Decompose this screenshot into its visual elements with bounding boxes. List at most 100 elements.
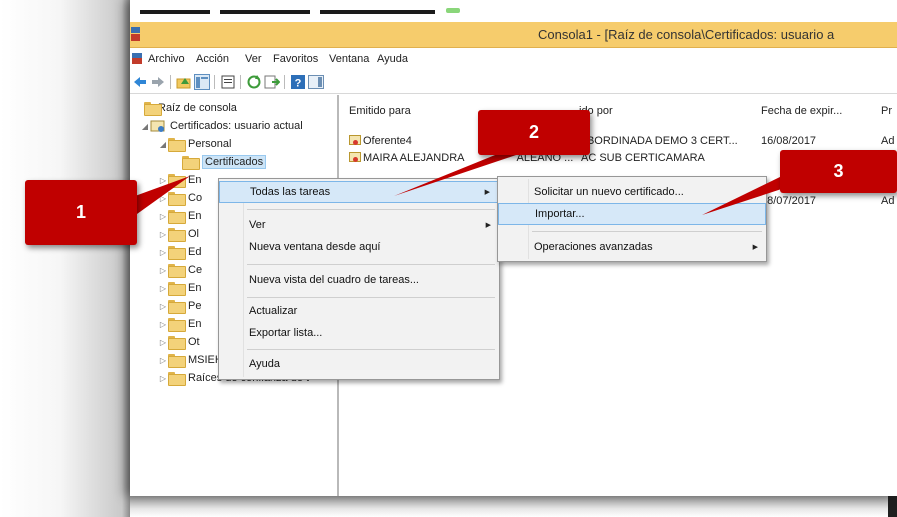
- menu-item-label: Nueva ventana desde aquí: [249, 241, 381, 253]
- cert-issued-to: Oferente4: [363, 135, 412, 147]
- menu-item-ayuda[interactable]: Ayuda: [219, 353, 499, 375]
- folder-icon: [168, 210, 186, 224]
- menu-item-importar[interactable]: Importar...: [498, 203, 766, 225]
- folder-icon: [168, 174, 186, 188]
- collapsed-chevron-icon[interactable]: ▷: [158, 212, 168, 221]
- tree-item[interactable]: ▷ En: [158, 315, 201, 333]
- menu-item-todas-las-tareas[interactable]: Todas las tareas ▶: [219, 181, 499, 203]
- tree-item[interactable]: ▷ Ed: [158, 243, 201, 261]
- collapsed-chevron-icon[interactable]: ▷: [158, 266, 168, 275]
- bottom-shadow-backdrop: [130, 496, 897, 517]
- toolbar: ?: [130, 70, 897, 94]
- collapsed-chevron-icon[interactable]: ▷: [158, 284, 168, 293]
- tree-item[interactable]: ▷ En: [158, 171, 201, 189]
- cert-purpose: Ad: [881, 195, 895, 207]
- tree-item[interactable]: ▷ Pe: [158, 297, 201, 315]
- tree-item-root[interactable]: Raíz de consola: [144, 99, 237, 117]
- expand-chevron-icon[interactable]: ◢: [158, 140, 168, 149]
- refresh-icon[interactable]: [246, 74, 262, 90]
- up-folder-icon[interactable]: [176, 74, 192, 90]
- menu-item-nueva-ventana[interactable]: Nueva ventana desde aquí: [219, 236, 499, 258]
- export-list-icon[interactable]: [264, 74, 280, 90]
- collapsed-chevron-icon[interactable]: ▷: [158, 320, 168, 329]
- toolbar-separator: [240, 75, 241, 89]
- column-header-fecha[interactable]: Fecha de expir...: [761, 105, 842, 117]
- tree-label: Certificados: [202, 155, 267, 169]
- menu-item-nueva-vista[interactable]: Nueva vista del cuadro de tareas...: [219, 269, 499, 291]
- folder-icon: [168, 138, 186, 152]
- show-hide-tree-icon[interactable]: [194, 74, 210, 90]
- help-icon[interactable]: ?: [290, 74, 306, 90]
- folder-icon: [168, 372, 186, 386]
- menu-ventana[interactable]: Ventana: [329, 53, 369, 65]
- tree-label: En: [188, 210, 202, 222]
- callout-2: 2: [478, 110, 590, 155]
- callout-1: 1: [25, 180, 137, 245]
- taskbar-strip: [130, 0, 897, 22]
- collapsed-chevron-icon[interactable]: ▷: [158, 338, 168, 347]
- context-menu: Todas las tareas ▶ Ver ▶ Nueva ventana d…: [218, 178, 500, 380]
- tree-item[interactable]: ▷ Ol: [158, 225, 199, 243]
- tree-label: Ot: [188, 336, 200, 348]
- tree-item-certificados[interactable]: Certificados: [172, 153, 267, 171]
- back-arrow-icon[interactable]: [132, 74, 148, 90]
- menu-accion[interactable]: Acción: [196, 53, 229, 65]
- menu-separator: [247, 297, 495, 298]
- table-row-cell[interactable]: Oferente4: [349, 134, 412, 147]
- menu-archivo[interactable]: Archivo: [148, 53, 185, 65]
- folder-icon: [182, 156, 200, 170]
- menu-ver[interactable]: Ver: [245, 53, 262, 65]
- collapsed-chevron-icon[interactable]: ▷: [158, 230, 168, 239]
- folder-icon: [168, 282, 186, 296]
- title-bar[interactable]: Consola1 - [Raíz de consola\Certificados…: [130, 22, 897, 48]
- left-shadow-backdrop: [0, 0, 130, 517]
- menu-separator: [247, 349, 495, 350]
- toolbar-separator: [170, 75, 171, 89]
- tree-label: En: [188, 174, 202, 186]
- tree-item[interactable]: ▷ Ot: [158, 333, 200, 351]
- tree-item[interactable]: ▷ Co: [158, 189, 202, 207]
- svg-text:?: ?: [295, 78, 302, 90]
- menu-favoritos[interactable]: Favoritos: [273, 53, 318, 65]
- forward-arrow-icon[interactable]: [150, 74, 166, 90]
- action-pane-icon[interactable]: [308, 74, 324, 90]
- taskbar-segment: [220, 10, 310, 14]
- menu-item-actualizar[interactable]: Actualizar: [219, 300, 499, 322]
- tree-item[interactable]: ▷ Ce: [158, 261, 202, 279]
- collapsed-chevron-icon[interactable]: ▷: [158, 356, 168, 365]
- menu-item-ver[interactable]: Ver ▶: [219, 214, 499, 236]
- menu-item-solicitar-certificado[interactable]: Solicitar un nuevo certificado...: [498, 181, 766, 203]
- collapsed-chevron-icon[interactable]: ▷: [158, 194, 168, 203]
- expand-chevron-icon[interactable]: ◢: [140, 122, 150, 131]
- cert-issued-to: MAIRA ALEJANDRA: [363, 152, 465, 164]
- cert-expiry: 16/08/2017: [761, 135, 817, 147]
- callout-3: 3: [780, 150, 897, 193]
- column-header-emitido-para[interactable]: Emitido para: [349, 105, 411, 117]
- menu-item-operaciones-avanzadas[interactable]: Operaciones avanzadas ▶: [498, 236, 766, 258]
- menu-item-label: Actualizar: [249, 305, 298, 317]
- collapsed-chevron-icon[interactable]: ▷: [158, 302, 168, 311]
- collapsed-chevron-icon[interactable]: ▷: [158, 248, 168, 257]
- column-header-proposito[interactable]: Pr: [881, 105, 892, 117]
- folder-icon: [168, 336, 186, 350]
- tree-item[interactable]: ▷ En: [158, 207, 201, 225]
- collapsed-chevron-icon[interactable]: ▷: [158, 374, 168, 383]
- menu-item-exportar-lista[interactable]: Exportar lista...: [219, 322, 499, 344]
- menu-item-label: Nueva vista del cuadro de tareas...: [249, 274, 419, 286]
- folder-icon: [168, 318, 186, 332]
- toolbar-separator: [284, 75, 285, 89]
- tree-item-certs-user[interactable]: ◢ Certificados: usuario actual: [140, 117, 303, 135]
- tree-label: Certificados: usuario actual: [170, 120, 303, 132]
- menu-item-label: Ver: [249, 219, 266, 231]
- menu-ayuda[interactable]: Ayuda: [377, 53, 408, 65]
- tree-label: Co: [188, 192, 203, 204]
- collapsed-chevron-icon[interactable]: ▷: [158, 176, 168, 185]
- mmc-app-icon: [131, 27, 140, 41]
- system-menu-icon[interactable]: [132, 53, 142, 64]
- tree-label: Raíz de consola: [158, 102, 237, 114]
- tree-label: En: [188, 282, 202, 294]
- console-root-icon: [144, 102, 162, 116]
- tree-item-personal[interactable]: ◢ Personal: [158, 135, 231, 153]
- tree-item[interactable]: ▷ En: [158, 279, 201, 297]
- properties-icon[interactable]: [220, 74, 236, 90]
